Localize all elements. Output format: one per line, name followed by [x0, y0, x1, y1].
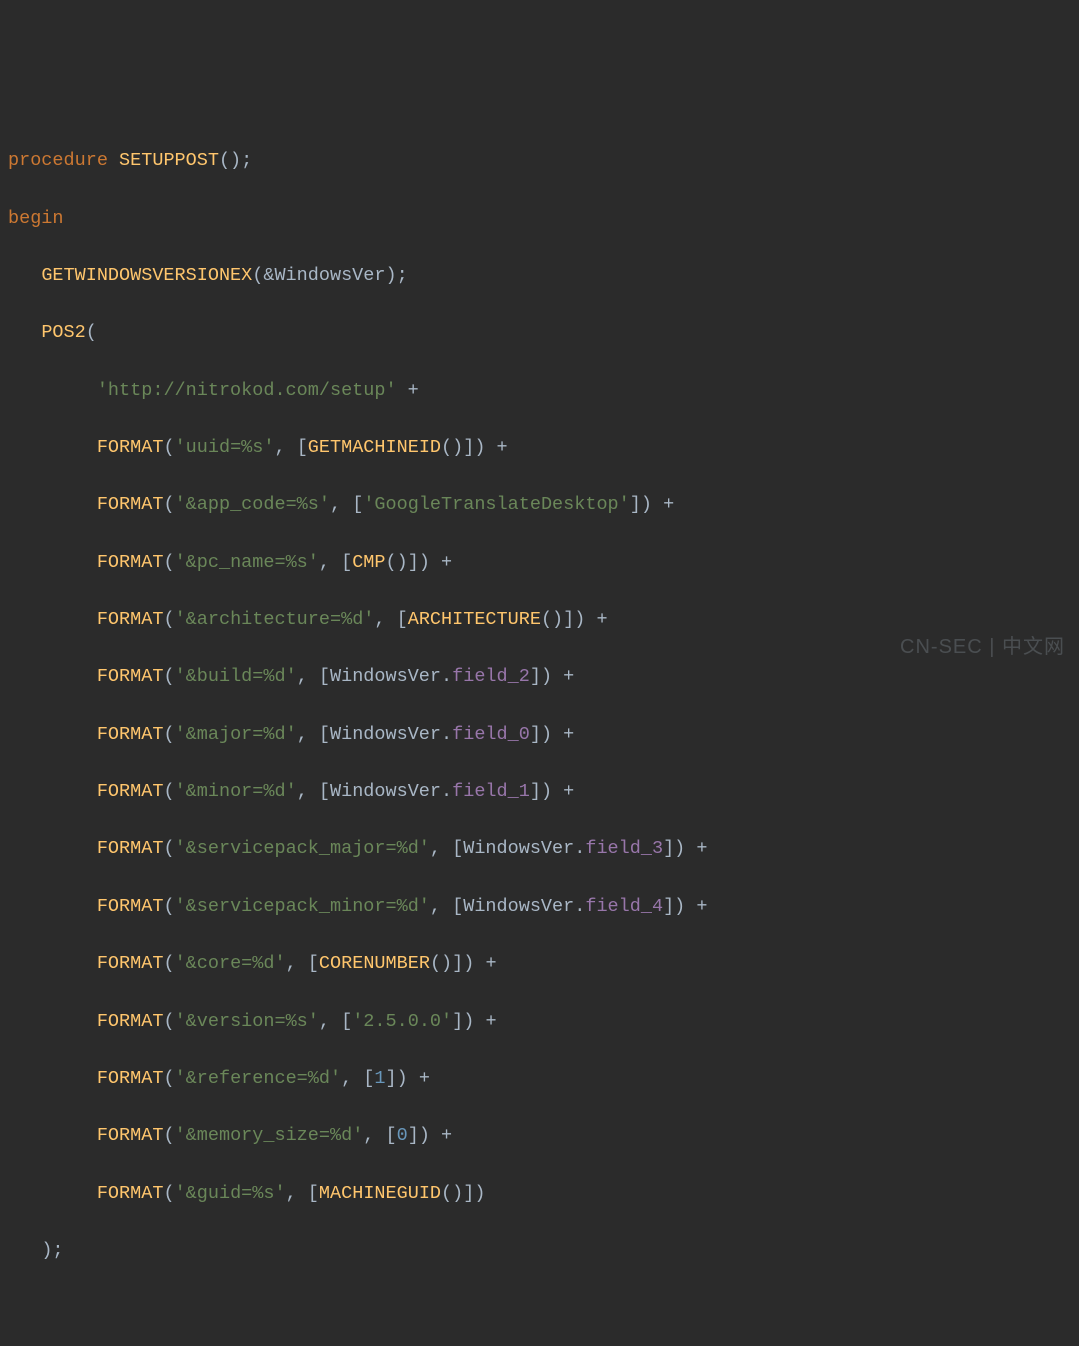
code-line: 'http://nitrokod.com/setup' +: [8, 377, 1071, 406]
code-line: FORMAT('&memory_size=%d', [0]) +: [8, 1122, 1071, 1151]
code-line: FORMAT('&servicepack_major=%d', [Windows…: [8, 835, 1071, 864]
function-call: FORMAT: [97, 724, 164, 745]
string-literal: '&guid=%s': [175, 1183, 286, 1204]
code-line: POS2(: [8, 319, 1071, 348]
function-call: FORMAT: [97, 1125, 164, 1146]
function-call: FORMAT: [97, 781, 164, 802]
function-call: FORMAT: [97, 1068, 164, 1089]
code-line: FORMAT('&servicepack_minor=%d', [Windows…: [8, 893, 1071, 922]
number-literal: 0: [397, 1125, 408, 1146]
code-line: FORMAT('&build=%d', [WindowsVer.field_2]…: [8, 663, 1071, 692]
code-line: FORMAT('&version=%s', ['2.5.0.0']) +: [8, 1008, 1071, 1037]
string-literal: 'uuid=%s': [175, 437, 275, 458]
function-call: GETWINDOWSVERSIONEX: [41, 265, 252, 286]
keyword-begin: begin: [8, 208, 64, 229]
code-line: FORMAT('&pc_name=%s', [CMP()]) +: [8, 549, 1071, 578]
code-line: FORMAT('&minor=%d', [WindowsVer.field_1]…: [8, 778, 1071, 807]
watermark-text: CN-SEC | 中文网: [900, 632, 1065, 663]
function-call: FORMAT: [97, 552, 164, 573]
code-line: FORMAT('&major=%d', [WindowsVer.field_0]…: [8, 721, 1071, 750]
string-literal: '&minor=%d': [175, 781, 297, 802]
field-access: field_1: [452, 781, 530, 802]
function-call: FORMAT: [97, 896, 164, 917]
code-line: GETWINDOWSVERSIONEX(&WindowsVer);: [8, 262, 1071, 291]
field-access: field_0: [452, 724, 530, 745]
code-line: begin: [8, 205, 1071, 234]
string-literal: '&major=%d': [175, 724, 297, 745]
code-line: procedure SETUPPOST();: [8, 147, 1071, 176]
string-literal: '&reference=%d': [175, 1068, 342, 1089]
function-call: CORENUMBER: [319, 953, 430, 974]
function-call: FORMAT: [97, 1011, 164, 1032]
code-line: FORMAT('&architecture=%d', [ARCHITECTURE…: [8, 606, 1071, 635]
string-literal: '&build=%d': [175, 666, 297, 687]
string-literal: '&architecture=%d': [175, 609, 375, 630]
function-call: GETMACHINEID: [308, 437, 441, 458]
code-line: FORMAT('&reference=%d', [1]) +: [8, 1065, 1071, 1094]
function-call: FORMAT: [97, 666, 164, 687]
code-line: );: [8, 1237, 1071, 1266]
function-call: FORMAT: [97, 494, 164, 515]
code-line: FORMAT('&core=%d', [CORENUMBER()]) +: [8, 950, 1071, 979]
function-call: FORMAT: [97, 838, 164, 859]
string-literal: '&servicepack_major=%d': [175, 838, 430, 859]
string-literal: 'GoogleTranslateDesktop': [363, 494, 629, 515]
string-literal: '&core=%d': [175, 953, 286, 974]
string-literal: '2.5.0.0': [352, 1011, 452, 1032]
string-literal: 'http://nitrokod.com/setup': [97, 380, 397, 401]
function-call: FORMAT: [97, 609, 164, 630]
field-access: field_3: [585, 838, 663, 859]
function-call: ARCHITECTURE: [408, 609, 541, 630]
keyword-procedure: procedure: [8, 150, 108, 171]
code-line: FORMAT('uuid=%s', [GETMACHINEID()]) +: [8, 434, 1071, 463]
string-literal: '&app_code=%s': [175, 494, 330, 515]
function-call: POS2: [41, 322, 85, 343]
code-line: FORMAT('&guid=%s', [MACHINEGUID()]): [8, 1180, 1071, 1209]
code-line: FORMAT('&app_code=%s', ['GoogleTranslate…: [8, 491, 1071, 520]
number-literal: 1: [374, 1068, 385, 1089]
function-name: SETUPPOST: [119, 150, 219, 171]
function-call: CMP: [352, 552, 385, 573]
code-block: procedure SETUPPOST(); begin GETWINDOWSV…: [8, 119, 1071, 1295]
field-access: field_2: [452, 666, 530, 687]
string-literal: '&memory_size=%d': [175, 1125, 364, 1146]
string-literal: '&servicepack_minor=%d': [175, 896, 430, 917]
function-call: MACHINEGUID: [319, 1183, 441, 1204]
string-literal: '&version=%s': [175, 1011, 319, 1032]
field-access: field_4: [585, 896, 663, 917]
function-call: FORMAT: [97, 437, 164, 458]
string-literal: '&pc_name=%s': [175, 552, 319, 573]
function-call: FORMAT: [97, 1183, 164, 1204]
function-call: FORMAT: [97, 953, 164, 974]
